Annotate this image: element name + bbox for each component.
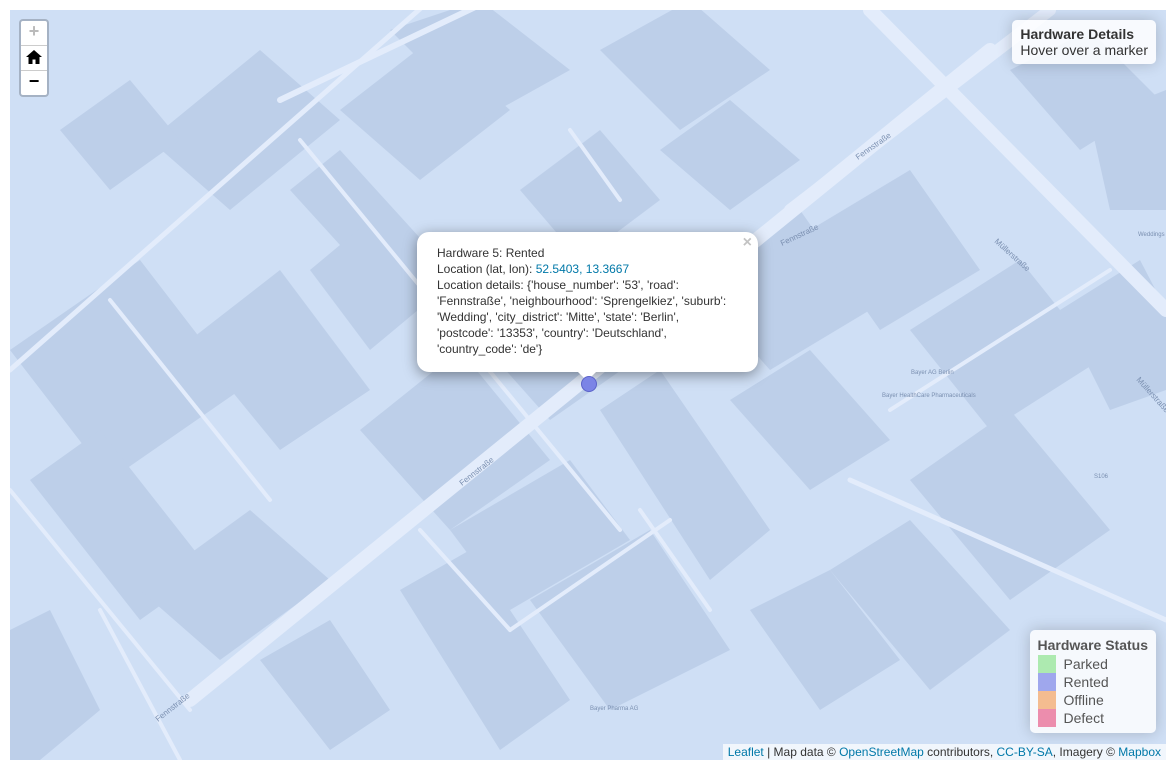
hardware-details-panel: Hardware Details Hover over a marker <box>1012 20 1156 64</box>
legend-label: Defect <box>1063 710 1104 726</box>
legend-item-defect: Defect <box>1037 709 1148 727</box>
attribution: Leaflet | Map data © OpenStreetMap contr… <box>722 744 1166 760</box>
legend-swatch <box>1037 709 1056 727</box>
legend-label: Parked <box>1063 656 1108 672</box>
poi-label: Bayer HealthCare Pharmaceuticals <box>882 393 976 399</box>
legend-label: Rented <box>1063 674 1109 690</box>
mapbox-link[interactable]: Mapbox <box>1118 745 1161 759</box>
zoom-in-button[interactable]: + <box>21 21 47 46</box>
home-icon <box>26 50 42 64</box>
leaflet-link[interactable]: Leaflet <box>728 745 764 759</box>
info-title: Hardware Details <box>1020 26 1135 42</box>
home-button[interactable] <box>21 46 47 71</box>
popup-location: Location (lat, lon): 52.5403, 13.3667 <box>437 261 738 277</box>
location-link[interactable]: 52.5403, 13.3667 <box>536 262 629 276</box>
popup-title: Hardware 5: Rented <box>437 246 545 260</box>
poi-label: Weddings <box>1138 232 1165 238</box>
legend-label: Offline <box>1063 692 1104 708</box>
attribution-text: | Map data © <box>763 745 840 759</box>
license-link[interactable]: CC-BY-SA <box>997 745 1053 759</box>
attribution-text: , Imagery © <box>1052 745 1119 759</box>
legend-item-rented: Rented <box>1037 673 1148 691</box>
legend-title: Hardware Status <box>1037 637 1148 653</box>
osm-link[interactable]: OpenStreetMap <box>839 745 924 759</box>
zoom-control: + − <box>19 19 49 97</box>
marker-popup: × Hardware 5: Rented Location (lat, lon)… <box>417 232 758 381</box>
popup-details: Location details: {'house_number': '53',… <box>437 278 727 356</box>
legend-item-parked: Parked <box>1037 655 1148 673</box>
location-prefix: Location (lat, lon): <box>437 262 536 276</box>
poi-label: Bayer Pharma AG <box>590 706 639 712</box>
status-legend: Hardware Status Parked Rented Offline De… <box>1029 630 1156 733</box>
legend-item-offline: Offline <box>1037 691 1148 709</box>
zoom-out-button[interactable]: − <box>21 71 47 95</box>
info-subtitle: Hover over a marker <box>1020 42 1148 58</box>
street-label: Fennstraße <box>854 130 893 161</box>
hardware-marker[interactable] <box>581 376 597 392</box>
legend-swatch <box>1037 655 1056 673</box>
poi-label: Bayer AG Berlin <box>911 370 954 376</box>
attribution-text: contributors, <box>923 745 997 759</box>
legend-swatch <box>1037 691 1056 709</box>
close-icon[interactable]: × <box>743 234 752 252</box>
map[interactable]: Fennstraße Fennstraße Fennstraße Fennstr… <box>10 10 1166 760</box>
poi-label: S106 <box>1094 474 1109 480</box>
legend-swatch <box>1037 673 1056 691</box>
